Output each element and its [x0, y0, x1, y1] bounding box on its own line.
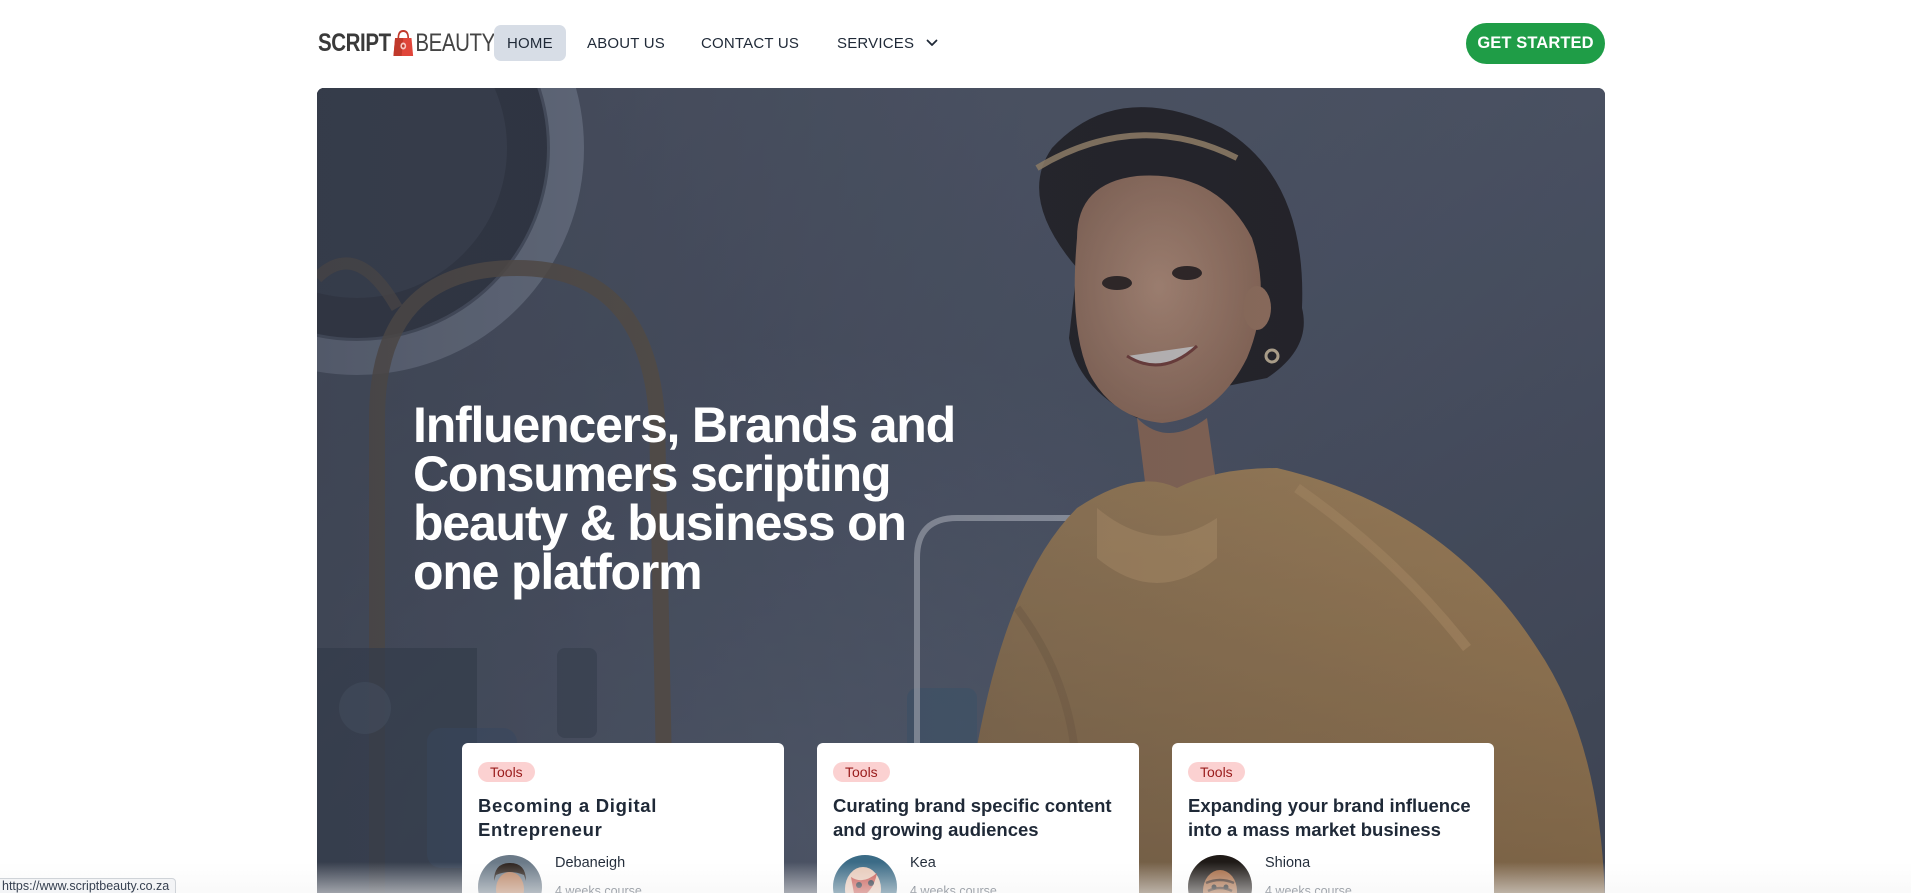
- course-tag: Tools: [1188, 762, 1245, 782]
- course-tag: Tools: [478, 762, 535, 782]
- course-author: Kea 4 weeks course: [833, 855, 997, 893]
- logo-text-beauty: BEAUTY: [415, 28, 495, 57]
- logo-text-script: SCRIPT: [318, 28, 391, 57]
- course-author: Debaneigh 4 weeks course: [478, 855, 642, 893]
- nav-about-us[interactable]: ABOUT US: [574, 25, 678, 61]
- course-title: Curating brand specific content and grow…: [833, 795, 1112, 840]
- course-tag: Tools: [833, 762, 890, 782]
- course-card[interactable]: Tools Curating brand specific content an…: [817, 743, 1139, 893]
- course-card[interactable]: Tools Expanding your brand influence int…: [1172, 743, 1494, 893]
- author-avatar: [1188, 855, 1252, 893]
- course-card[interactable]: Tools Becoming a Digital Entrepreneur De…: [462, 743, 784, 893]
- nav-home[interactable]: HOME: [494, 25, 566, 61]
- author-name: Debaneigh: [555, 855, 626, 871]
- course-title: Becoming a Digital Entrepreneur: [478, 795, 658, 840]
- browser-status-url: https://www.scriptbeauty.co.za: [0, 878, 177, 893]
- shopping-bag-logo-icon: [392, 29, 413, 57]
- course-duration: 4 weeks course: [555, 884, 642, 893]
- nav-contact-us[interactable]: CONTACT US: [688, 25, 812, 61]
- author-avatar: [833, 855, 897, 893]
- author-name: Kea: [910, 855, 936, 871]
- nav-contact-us-label: CONTACT US: [701, 34, 800, 52]
- chevron-down-icon: [925, 36, 939, 50]
- nav-about-us-label: ABOUT US: [587, 34, 666, 52]
- get-started-button[interactable]: GET STARTED: [1466, 23, 1605, 64]
- page: SCRIPT BEAUTY HOME ABOUT US CONTACT US S…: [0, 0, 1911, 893]
- scriptbeauty-logo[interactable]: SCRIPT BEAUTY: [318, 22, 495, 64]
- course-duration: 4 weeks course: [910, 884, 997, 893]
- nav-services-label: SERVICES: [837, 34, 915, 52]
- author-avatar: [478, 855, 542, 893]
- course-author: Shiona 4 weeks course: [1188, 855, 1352, 893]
- nav-home-label: HOME: [507, 34, 553, 52]
- hero-title: Influencers, Brands and Consumers script…: [413, 397, 956, 600]
- course-duration: 4 weeks course: [1265, 884, 1352, 893]
- author-name: Shiona: [1265, 855, 1311, 871]
- nav-services[interactable]: SERVICES: [824, 25, 952, 61]
- top-navigation: SCRIPT BEAUTY HOME ABOUT US CONTACT US S…: [0, 0, 1911, 86]
- get-started-label: GET STARTED: [1477, 34, 1594, 52]
- course-title: Expanding your brand influence into a ma…: [1188, 795, 1471, 840]
